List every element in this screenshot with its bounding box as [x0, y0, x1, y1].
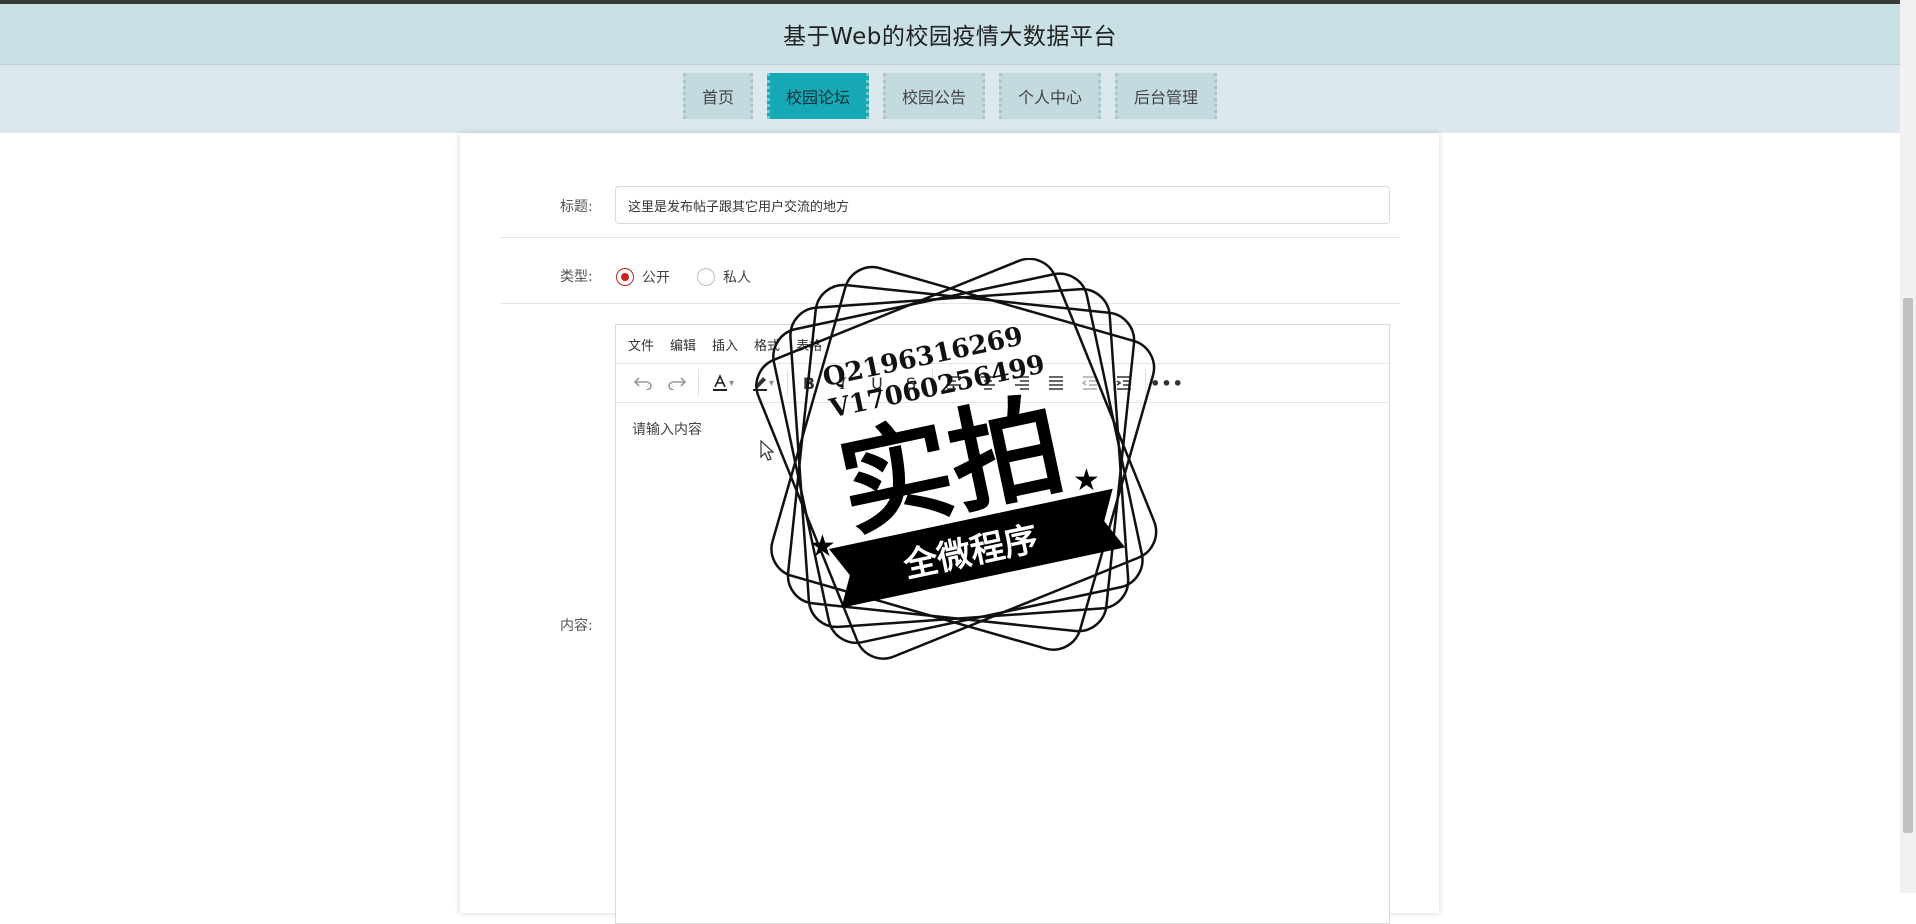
align-center-icon[interactable] — [971, 367, 1005, 399]
mouse-cursor-icon — [760, 440, 775, 461]
type-radio-public[interactable]: 公开 — [616, 267, 670, 287]
type-option-label: 公开 — [642, 270, 670, 286]
editor-toolbar: ▾ ▾ B I U S ••• — [616, 364, 1389, 403]
indent-icon[interactable] — [1107, 367, 1141, 399]
outdent-icon[interactable] — [1073, 367, 1107, 399]
post-form-card: 标题: 类型: 公开 私人 内容: 文件 编辑 插入 格式 表格 — [460, 133, 1439, 924]
chevron-down-icon[interactable]: ▾ — [769, 378, 783, 389]
divider — [500, 237, 1400, 238]
rich-text-editor: 文件 编辑 插入 格式 表格 ▾ ▾ B I U S ••• 请输入内容 — [615, 324, 1390, 924]
nav-item-home[interactable]: 首页 — [682, 73, 753, 119]
menu-edit[interactable]: 编辑 — [670, 335, 696, 354]
nav-item-profile[interactable]: 个人中心 — [999, 73, 1102, 119]
site-header: 基于Web的校园疫情大数据平台 — [0, 4, 1900, 65]
toolbar-separator — [1145, 369, 1146, 397]
italic-icon[interactable]: I — [826, 367, 860, 399]
nav-item-announcements[interactable]: 校园公告 — [882, 73, 985, 119]
redo-icon[interactable] — [660, 367, 694, 399]
undo-icon[interactable] — [626, 367, 660, 399]
content-label: 内容: — [560, 618, 593, 634]
type-option-label: 私人 — [723, 270, 751, 286]
toolbar-separator — [698, 369, 699, 397]
editor-placeholder: 请输入内容 — [632, 422, 702, 438]
menu-format[interactable]: 格式 — [754, 335, 780, 354]
radio-unchecked-icon — [697, 268, 715, 286]
toolbar-separator — [932, 369, 933, 397]
align-justify-icon[interactable] — [1039, 367, 1073, 399]
align-right-icon[interactable] — [1005, 367, 1039, 399]
bold-icon[interactable]: B — [792, 367, 826, 399]
chevron-down-icon[interactable]: ▾ — [729, 378, 743, 389]
editor-menubar: 文件 编辑 插入 格式 表格 — [616, 325, 1389, 364]
scrollbar-thumb[interactable] — [1903, 298, 1913, 833]
more-icon[interactable]: ••• — [1150, 367, 1184, 399]
type-label: 类型: — [560, 269, 593, 285]
radio-checked-icon — [616, 268, 634, 286]
type-radio-private[interactable]: 私人 — [697, 267, 751, 287]
menu-file[interactable]: 文件 — [628, 335, 654, 354]
nav-item-admin[interactable]: 后台管理 — [1115, 73, 1218, 119]
strikethrough-icon[interactable]: S — [894, 367, 928, 399]
title-label: 标题: — [560, 199, 593, 215]
toolbar-separator — [787, 369, 788, 397]
main-nav: 首页 校园论坛 校园公告 个人中心 后台管理 — [0, 65, 1900, 133]
page-scrollbar[interactable] — [1900, 0, 1916, 893]
editor-content-area[interactable]: 请输入内容 — [616, 403, 1389, 455]
underline-icon[interactable]: U — [860, 367, 894, 399]
menu-table[interactable]: 表格 — [796, 335, 822, 354]
nav-item-forum[interactable]: 校园论坛 — [766, 73, 869, 119]
title-input[interactable] — [615, 186, 1390, 224]
divider — [500, 303, 1400, 304]
align-left-icon[interactable] — [937, 367, 971, 399]
menu-insert[interactable]: 插入 — [712, 335, 738, 354]
site-title: 基于Web的校园疫情大数据平台 — [783, 24, 1117, 50]
